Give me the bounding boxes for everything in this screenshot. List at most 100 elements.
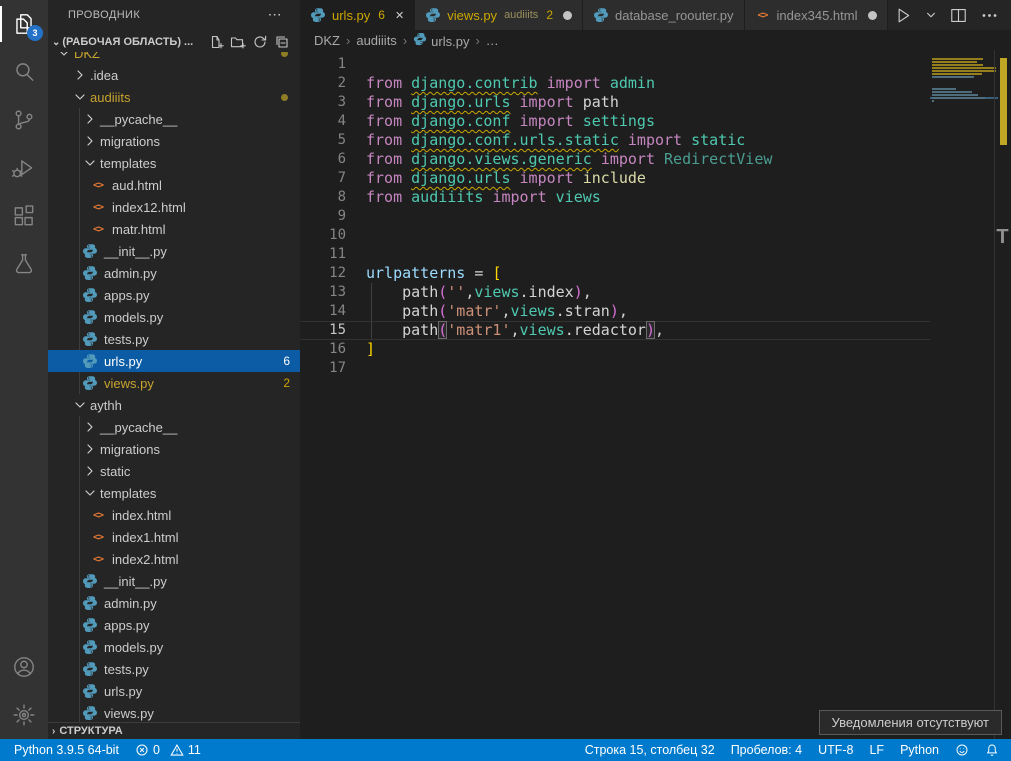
code-line-1[interactable]: 1: [300, 55, 930, 74]
chevron-down-icon: [82, 155, 98, 171]
activity-item-run-debug[interactable]: [0, 144, 48, 192]
tree-file-index1.html[interactable]: <>index1.html: [48, 526, 300, 548]
tree-folder-.idea[interactable]: .idea: [48, 64, 300, 86]
code-editor[interactable]: 12from django.contrib import admin3from …: [300, 50, 1011, 739]
tree-folder-static[interactable]: static: [48, 460, 300, 482]
feedback-icon[interactable]: [947, 739, 977, 761]
minimap-line: [932, 67, 996, 69]
tree-file-aud.html[interactable]: <>aud.html: [48, 174, 300, 196]
python-interpreter-status[interactable]: Python 3.9.5 64-bit: [6, 739, 127, 761]
breadcrumb-tail[interactable]: …: [486, 33, 499, 48]
activity-item-settings[interactable]: [0, 691, 48, 739]
encoding-status[interactable]: UTF-8: [810, 739, 861, 761]
tree-file-admin.py[interactable]: admin.py: [48, 262, 300, 284]
activity-item-testing[interactable]: [0, 240, 48, 288]
language-mode-status[interactable]: Python: [892, 739, 947, 761]
more-icon[interactable]: [980, 6, 999, 25]
code-line-3[interactable]: 3from django.urls import path: [300, 93, 930, 112]
tree-file-matr.html[interactable]: <>matr.html: [48, 218, 300, 240]
breadcrumb-item-urls.py[interactable]: urls.py: [413, 32, 469, 49]
tree-file-models.py[interactable]: models.py: [48, 636, 300, 658]
tree-folder-aythh[interactable]: aythh: [48, 394, 300, 416]
workspace-section-header[interactable]: ⌄ (РАБОЧАЯ ОБЛАСТЬ) ...: [48, 32, 300, 52]
tree-file-apps.py[interactable]: apps.py: [48, 614, 300, 636]
tab-database_roouter.py[interactable]: database_roouter.py: [583, 0, 745, 30]
code-line-5[interactable]: 5from django.conf.urls.static import sta…: [300, 131, 930, 150]
tree-folder-__pycache__[interactable]: __pycache__: [48, 108, 300, 130]
chevron-down-icon[interactable]: [925, 9, 937, 21]
tab-views.py[interactable]: views.pyaudiiits2: [415, 0, 583, 30]
activity-item-source-control[interactable]: [0, 96, 48, 144]
minimap[interactable]: [930, 55, 998, 715]
code-line-13[interactable]: 13 path('',views.index),: [300, 283, 930, 302]
tree-file-index.html[interactable]: <>index.html: [48, 504, 300, 526]
minimap-line: [932, 61, 977, 63]
dirty-dot-icon[interactable]: [563, 11, 572, 20]
tree-file-apps.py[interactable]: apps.py: [48, 284, 300, 306]
tree-file-index2.html[interactable]: <>index2.html: [48, 548, 300, 570]
code-line-9[interactable]: 9: [300, 207, 930, 226]
eol-status[interactable]: LF: [861, 739, 892, 761]
indentation-status[interactable]: Пробелов: 4: [723, 739, 810, 761]
tree-folder-migrations[interactable]: migrations: [48, 130, 300, 152]
code-line-15[interactable]: 15 path('matr1',views.redactor),: [300, 321, 930, 340]
tree-file-views.py[interactable]: views.py2: [48, 372, 300, 394]
tree-file-__init__.py[interactable]: __init__.py: [48, 240, 300, 262]
tab-urls.py[interactable]: urls.py6✕: [300, 0, 415, 30]
tree-file-index12.html[interactable]: <>index12.html: [48, 196, 300, 218]
new-folder-icon[interactable]: [230, 34, 246, 50]
code-line-16[interactable]: 16]: [300, 340, 930, 359]
breadcrumb-item-DKZ[interactable]: DKZ: [314, 33, 340, 48]
tree-file-urls.py[interactable]: urls.py6: [48, 350, 300, 372]
notifications-bell-icon[interactable]: [977, 739, 1007, 761]
line-number: 1: [300, 55, 366, 74]
code-line-2[interactable]: 2from django.contrib import admin: [300, 74, 930, 93]
activity-item-account[interactable]: [0, 643, 48, 691]
activity-item-extensions[interactable]: [0, 192, 48, 240]
run-icon[interactable]: [894, 6, 913, 25]
line-number: 8: [300, 188, 366, 207]
collapse-all-icon[interactable]: [274, 34, 290, 50]
tree-file-tests.py[interactable]: tests.py: [48, 328, 300, 350]
close-icon[interactable]: ✕: [395, 9, 404, 22]
line-number: 9: [300, 207, 366, 226]
tree-folder-audiiits[interactable]: audiiits: [48, 86, 300, 108]
activity-item-search[interactable]: [0, 48, 48, 96]
tree-folder-__pycache__[interactable]: __pycache__: [48, 416, 300, 438]
minimap-line: [932, 94, 978, 96]
tab-index345.html[interactable]: <>index345.html: [745, 0, 888, 30]
code-line-8[interactable]: 8from audiiits import views: [300, 188, 930, 207]
python-icon: [82, 683, 98, 699]
code-line-7[interactable]: 7from django.urls import include: [300, 169, 930, 188]
dirty-dot-icon[interactable]: [868, 11, 877, 20]
tree-folder-migrations[interactable]: migrations: [48, 438, 300, 460]
tree-file-views.py[interactable]: views.py: [48, 702, 300, 724]
code-line-6[interactable]: 6from django.views.generic import Redire…: [300, 150, 930, 169]
code-line-14[interactable]: 14 path('matr',views.stran),: [300, 302, 930, 321]
tree-folder-templates[interactable]: templates: [48, 482, 300, 504]
tree-file-models.py[interactable]: models.py: [48, 306, 300, 328]
new-file-icon[interactable]: [208, 34, 224, 50]
line-number: 3: [300, 93, 366, 112]
tree-item-label: templates: [100, 486, 156, 501]
tree-folder-templates[interactable]: templates: [48, 152, 300, 174]
code-line-4[interactable]: 4from django.conf import settings: [300, 112, 930, 131]
code-line-17[interactable]: 17: [300, 359, 930, 378]
code-line-12[interactable]: 12urlpatterns = [: [300, 264, 930, 283]
overview-ruler[interactable]: [994, 50, 1011, 739]
outline-section-header[interactable]: › СТРУКТУРА: [48, 722, 300, 739]
tree-file-tests.py[interactable]: tests.py: [48, 658, 300, 680]
split-editor-icon[interactable]: [949, 6, 968, 25]
cursor-position-status[interactable]: Строка 15, столбец 32: [577, 739, 723, 761]
problems-status[interactable]: 0 11: [127, 739, 209, 761]
code-line-11[interactable]: 11: [300, 245, 930, 264]
breadcrumb-item-audiiits[interactable]: audiiits: [356, 33, 396, 48]
minimap-line: [932, 76, 974, 78]
tree-file-admin.py[interactable]: admin.py: [48, 592, 300, 614]
code-line-10[interactable]: 10: [300, 226, 930, 245]
more-actions-icon[interactable]: ⋯: [268, 9, 282, 32]
tree-file-urls.py[interactable]: urls.py: [48, 680, 300, 702]
tree-file-__init__.py[interactable]: __init__.py: [48, 570, 300, 592]
activity-item-explorer[interactable]: 3: [0, 0, 48, 48]
refresh-icon[interactable]: [252, 34, 268, 50]
